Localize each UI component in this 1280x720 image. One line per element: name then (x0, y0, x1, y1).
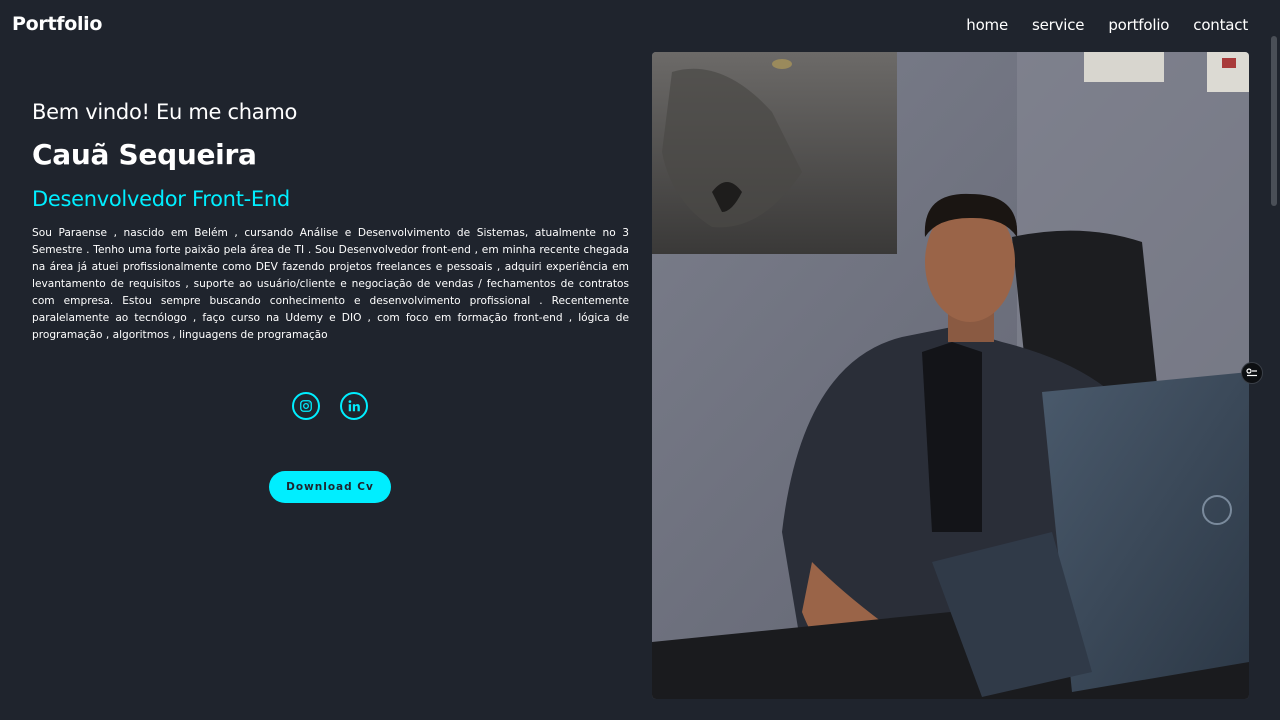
nav-contact[interactable]: contact (1193, 16, 1248, 34)
page-scrollbar[interactable] (1268, 0, 1280, 720)
job-title: Desenvolvedor Front-End (32, 187, 290, 211)
nav-portfolio[interactable]: portfolio (1108, 16, 1169, 34)
download-cv-button[interactable]: Download Cv (269, 471, 391, 503)
greeting: Bem vindo! Eu me chamo (32, 100, 298, 124)
instagram-icon (300, 400, 312, 412)
profile-photo (652, 52, 1249, 699)
floating-widget-button[interactable] (1241, 362, 1263, 384)
linkedin-link[interactable] (340, 392, 368, 420)
scrollbar-thumb[interactable] (1271, 36, 1277, 206)
toggle-icon (1246, 368, 1257, 377)
main-nav: home service portfolio contact (966, 16, 1248, 34)
social-links (292, 392, 368, 420)
hero-content: Bem vindo! Eu me chamo Cauã Sequeira Des… (32, 100, 629, 344)
person-name: Cauã Sequeira (32, 138, 257, 171)
linkedin-icon (348, 400, 360, 412)
logo[interactable]: Portfolio (12, 13, 102, 35)
nav-home[interactable]: home (966, 16, 1008, 34)
site-header: Portfolio home service portfolio contact (0, 0, 1280, 52)
nav-service[interactable]: service (1032, 16, 1085, 34)
instagram-link[interactable] (292, 392, 320, 420)
bio-paragraph: Sou Paraense , nascido em Belém , cursan… (32, 227, 629, 341)
